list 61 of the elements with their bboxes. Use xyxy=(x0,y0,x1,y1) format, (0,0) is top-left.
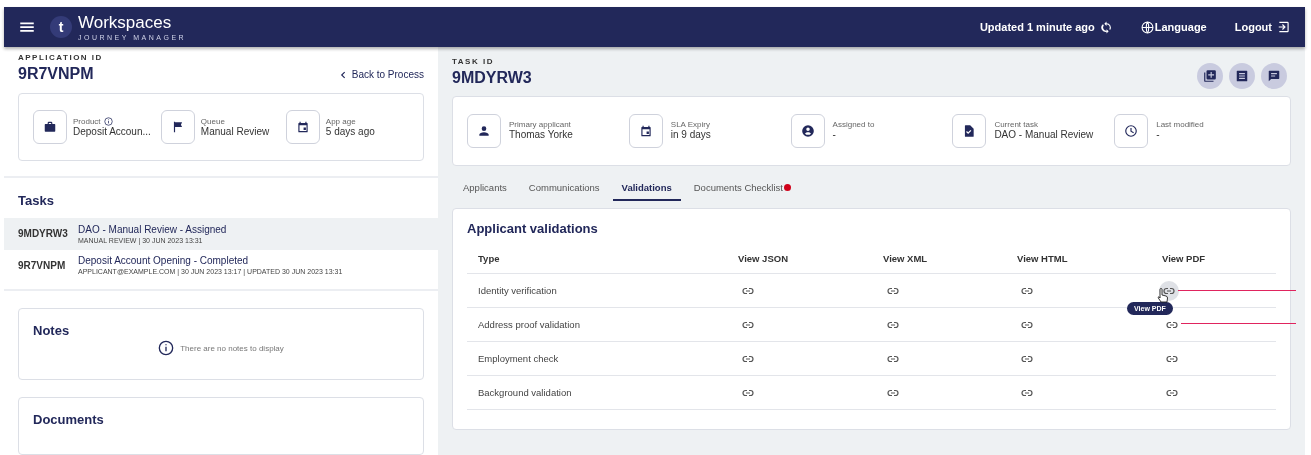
info-value: DAO - Manual Review xyxy=(994,129,1094,140)
validations-heading: Applicant validations xyxy=(467,221,599,236)
app-title: Workspaces xyxy=(78,13,173,31)
back-link[interactable]: Back to Process xyxy=(337,69,424,80)
briefcase-icon xyxy=(43,120,57,135)
tab[interactable]: Documents Checklist xyxy=(684,176,800,201)
info-value: Thomas Yorke xyxy=(509,129,573,140)
tab[interactable]: Validations xyxy=(612,176,681,201)
info-label: Product xyxy=(73,117,101,127)
table-cell: Address proof validation xyxy=(467,308,727,342)
tab[interactable]: Applicants xyxy=(454,176,516,201)
info-value: Manual Review xyxy=(200,126,270,138)
column-header: View JSON xyxy=(727,244,872,274)
table-cell: Employment check xyxy=(467,342,727,376)
clock-icon xyxy=(1124,124,1139,138)
column-header: Type xyxy=(467,244,727,274)
info-value: Deposit Accoun... xyxy=(73,126,151,138)
logo: t xyxy=(50,16,72,38)
calendar-icon xyxy=(295,120,310,135)
updated-text: Updated 1 minute ago xyxy=(979,21,1095,33)
info-label: SLA Expiry xyxy=(670,120,711,129)
documents-heading: Documents xyxy=(33,412,105,428)
info-icon xyxy=(158,340,175,357)
info-value: - xyxy=(832,129,837,140)
task-id-label: TASK ID xyxy=(452,57,495,66)
column-header: View PDF xyxy=(1151,244,1276,274)
info-value: 5 days ago xyxy=(325,126,375,138)
list-icon xyxy=(1235,69,1249,83)
comment-icon xyxy=(1267,69,1281,83)
application-id-label: APPLICATION ID xyxy=(18,53,103,62)
info-label: App age xyxy=(325,117,356,127)
column-header: View XML xyxy=(872,244,1006,274)
info-label: Assigned to xyxy=(832,120,875,129)
task-id: 9MDYRW3 xyxy=(452,69,532,87)
comment-button[interactable] xyxy=(1261,63,1287,89)
empty-message: There are no notes to display xyxy=(180,343,284,353)
table-cell: Background validation xyxy=(467,376,727,410)
person-icon xyxy=(477,124,491,138)
application-id: 9R7VNPM xyxy=(18,65,95,83)
cursor-icon xyxy=(1157,288,1169,304)
globe-icon xyxy=(1140,20,1154,34)
tasks-heading: Tasks xyxy=(18,192,55,208)
info-label: Current task xyxy=(994,120,1039,129)
info-value: - xyxy=(1156,129,1161,140)
document-check-icon xyxy=(962,124,977,138)
notes-heading: Notes xyxy=(33,323,71,339)
logout-link[interactable]: Logout xyxy=(1234,20,1291,34)
column-header: View HTML xyxy=(1006,244,1151,274)
logout-icon xyxy=(1277,20,1291,34)
tab[interactable]: Communications xyxy=(519,176,609,201)
list-button[interactable] xyxy=(1229,63,1255,89)
calendar-icon xyxy=(638,124,653,138)
info-label: Queue xyxy=(200,117,225,127)
info-label: Last modified xyxy=(1156,120,1204,129)
refresh-icon xyxy=(1099,20,1113,34)
language-link[interactable]: Language xyxy=(1140,20,1207,34)
table-cell: Identity verification xyxy=(467,274,727,308)
info-value: in 9 days xyxy=(670,129,711,140)
add-note-button[interactable] xyxy=(1197,63,1223,89)
add-copy-icon xyxy=(1203,69,1217,83)
info-label: Primary applicant xyxy=(509,120,572,129)
